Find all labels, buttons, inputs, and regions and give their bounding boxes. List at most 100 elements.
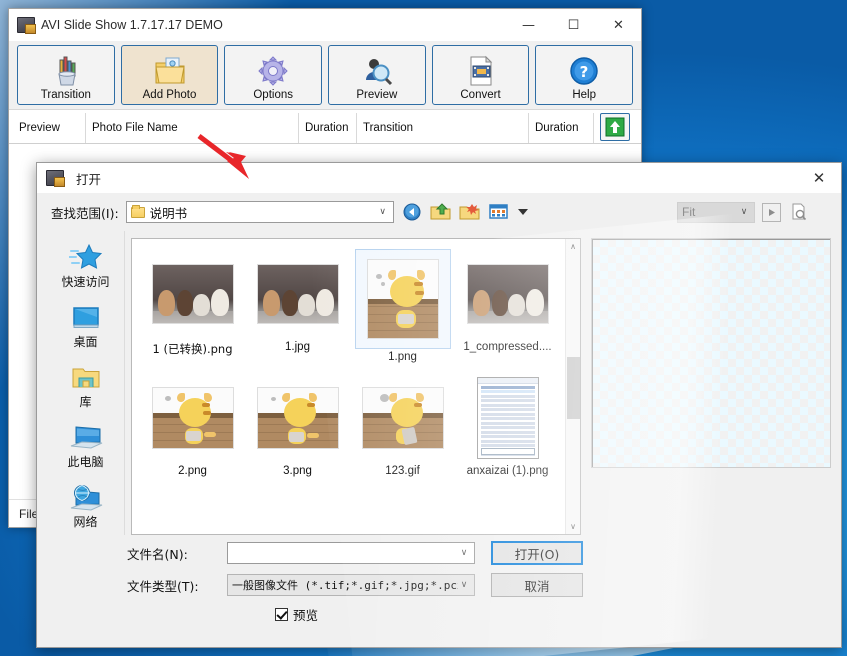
close-button[interactable]: ✕ <box>596 9 641 41</box>
toolbar-button-convert[interactable]: Convert <box>431 45 530 105</box>
column-header-photo-file-name[interactable]: Photo File Name <box>86 113 299 143</box>
place-network[interactable]: 网络 <box>48 481 124 530</box>
place-label-quick-access: 快速访问 <box>61 275 110 289</box>
look-in-combo[interactable]: 说明书 ∨ <box>125 201 394 223</box>
file-list-header: Preview Photo File Name Duration Transit… <box>9 110 641 144</box>
filename-input[interactable]: ∨ <box>227 542 475 564</box>
main-toolbar: Transition Add Photo Options Preview Con… <box>9 41 641 110</box>
preview-image-area <box>591 238 831 468</box>
filename-row: 文件名(N): ∨ 打开(O) <box>127 541 831 565</box>
toolbar-button-add-photo[interactable]: Add Photo <box>120 45 219 105</box>
toolbar-label-convert: Convert <box>460 89 501 101</box>
pencil-cup-icon <box>49 53 83 89</box>
place-desktop[interactable]: 桌面 <box>48 301 124 350</box>
filetype-chevron-down-icon[interactable]: ∨ <box>458 580 470 590</box>
star-quick-access-icon <box>68 241 103 271</box>
file-thumbnail <box>145 249 241 339</box>
fit-combo-value: Fit <box>682 205 696 219</box>
up-folder-icon[interactable] <box>430 201 452 223</box>
svg-text:?: ? <box>580 63 589 81</box>
filename-label: 文件名(N): <box>127 546 188 562</box>
toolbar-button-options[interactable]: Options <box>224 45 323 105</box>
preview-checkbox[interactable] <box>275 608 288 621</box>
file-item[interactable]: 1_compressed.... <box>455 249 560 363</box>
dialog-footer: 文件名(N): ∨ 打开(O) 文件类型(T): 一般图像文件 (*.tif;*… <box>37 535 841 647</box>
file-name: 3.png <box>283 465 312 477</box>
look-in-label: 查找范围(I): <box>51 205 119 221</box>
filetype-combo[interactable]: 一般图像文件 (*.tif;*.gif;*.jpg;*.pcx ∨ <box>227 574 475 596</box>
place-quick-access[interactable]: 快速访问 <box>48 241 124 290</box>
filetype-row: 文件类型(T): 一般图像文件 (*.tif;*.gif;*.jpg;*.pcx… <box>127 573 831 597</box>
scrollbar-thumb[interactable] <box>567 357 580 419</box>
place-label-this-pc: 此电脑 <box>67 455 104 469</box>
file-item-selected[interactable]: 1.png <box>350 249 455 363</box>
start-menu-screenshot-icon <box>476 377 539 459</box>
column-header-preview[interactable]: Preview <box>13 113 86 143</box>
minimize-button[interactable]: — <box>506 9 551 41</box>
toolbar-button-preview[interactable]: Preview <box>328 45 426 105</box>
preview-checkbox-label: 预览 <box>293 608 319 623</box>
look-in-row: 查找范围(I): 说明书 ∨ Fit ∨ <box>37 193 841 231</box>
toolbar-label-transition: Transition <box>40 89 91 101</box>
dialog-body: 快速访问 桌面 库 此电脑 网络 1 (已转换).png 1.jpg 1.png… <box>37 231 841 535</box>
file-item[interactable]: 1 (已转换).png <box>140 249 245 363</box>
preview-checkbox-row[interactable]: 预览 <box>127 605 831 624</box>
add-photo-folder-icon <box>153 53 187 89</box>
file-item[interactable]: 2.png <box>140 373 245 477</box>
folder-icon <box>130 204 145 218</box>
maximize-button[interactable]: ☐ <box>551 9 596 41</box>
vertical-scrollbar[interactable]: ∧ ∨ <box>565 239 580 534</box>
puppies-photo-icon <box>466 264 549 324</box>
puppies-photo-icon <box>256 264 339 324</box>
open-button[interactable]: 打开(O) <box>491 541 583 565</box>
film-document-icon <box>464 53 498 89</box>
dialog-icon <box>46 170 65 187</box>
file-thumbnail <box>250 373 346 463</box>
place-library[interactable]: 库 <box>48 361 124 410</box>
column-header-duration-2[interactable]: Duration <box>529 113 594 143</box>
cat-photo-icon <box>151 387 234 449</box>
file-item[interactable]: 3.png <box>245 373 350 477</box>
file-thumbnail <box>460 373 556 463</box>
fit-chevron-down-icon: ∨ <box>740 207 748 217</box>
gear-icon <box>256 53 290 89</box>
toolbar-label-options: Options <box>253 89 293 101</box>
filename-chevron-down-icon[interactable]: ∨ <box>458 548 470 558</box>
green-up-arrow-icon[interactable] <box>600 113 630 141</box>
file-thumbnail-list[interactable]: 1 (已转换).png 1.jpg 1.png 1_compressed....… <box>131 238 581 535</box>
toolbar-button-transition[interactable]: Transition <box>17 45 115 105</box>
chevron-down-icon[interactable]: ∨ <box>377 207 389 217</box>
dialog-close-button[interactable]: ✕ <box>797 163 841 193</box>
question-mark-icon: ? <box>567 53 601 89</box>
app-title: AVI Slide Show 1.7.17.17 DEMO <box>41 18 223 32</box>
cat-photo-icon <box>256 387 339 449</box>
column-header-duration-1[interactable]: Duration <box>299 113 357 143</box>
scroll-down-arrow-icon[interactable]: ∨ <box>566 519 581 534</box>
fit-combo[interactable]: Fit ∨ <box>677 201 755 223</box>
dialog-title: 打开 <box>76 171 102 187</box>
file-thumbnail <box>145 373 241 463</box>
scroll-up-arrow-icon[interactable]: ∧ <box>566 239 581 254</box>
file-item[interactable]: anxaizai (1).png <box>455 373 560 477</box>
open-file-dialog: 打开 ✕ 查找范围(I): 说明书 ∨ Fit ∨ 快速访问 桌面 库 此电脑 … <box>36 162 842 648</box>
toolbar-button-help[interactable]: ? Help <box>535 45 634 105</box>
view-mode-icon[interactable] <box>488 201 510 223</box>
play-icon[interactable] <box>762 202 781 222</box>
file-thumbnail <box>355 373 451 463</box>
back-icon[interactable] <box>401 201 423 223</box>
column-header-transition[interactable]: Transition <box>357 113 529 143</box>
file-item[interactable]: 123.gif <box>350 373 455 477</box>
file-name: 1 (已转换).png <box>152 342 233 356</box>
file-item[interactable]: 1.jpg <box>245 249 350 363</box>
app-titlebar: AVI Slide Show 1.7.17.17 DEMO — ☐ ✕ <box>9 9 641 41</box>
cancel-button[interactable]: 取消 <box>491 573 583 597</box>
new-folder-icon[interactable] <box>459 201 481 223</box>
filetype-label: 文件类型(T): <box>127 578 199 594</box>
page-zoom-icon[interactable] <box>788 201 810 223</box>
this-pc-icon <box>69 421 103 451</box>
library-folder-icon <box>70 361 102 391</box>
place-this-pc[interactable]: 此电脑 <box>48 421 124 470</box>
cat-photo-icon <box>366 259 439 339</box>
file-thumbnail <box>460 249 556 339</box>
view-mode-dropdown-icon[interactable] <box>517 201 529 223</box>
